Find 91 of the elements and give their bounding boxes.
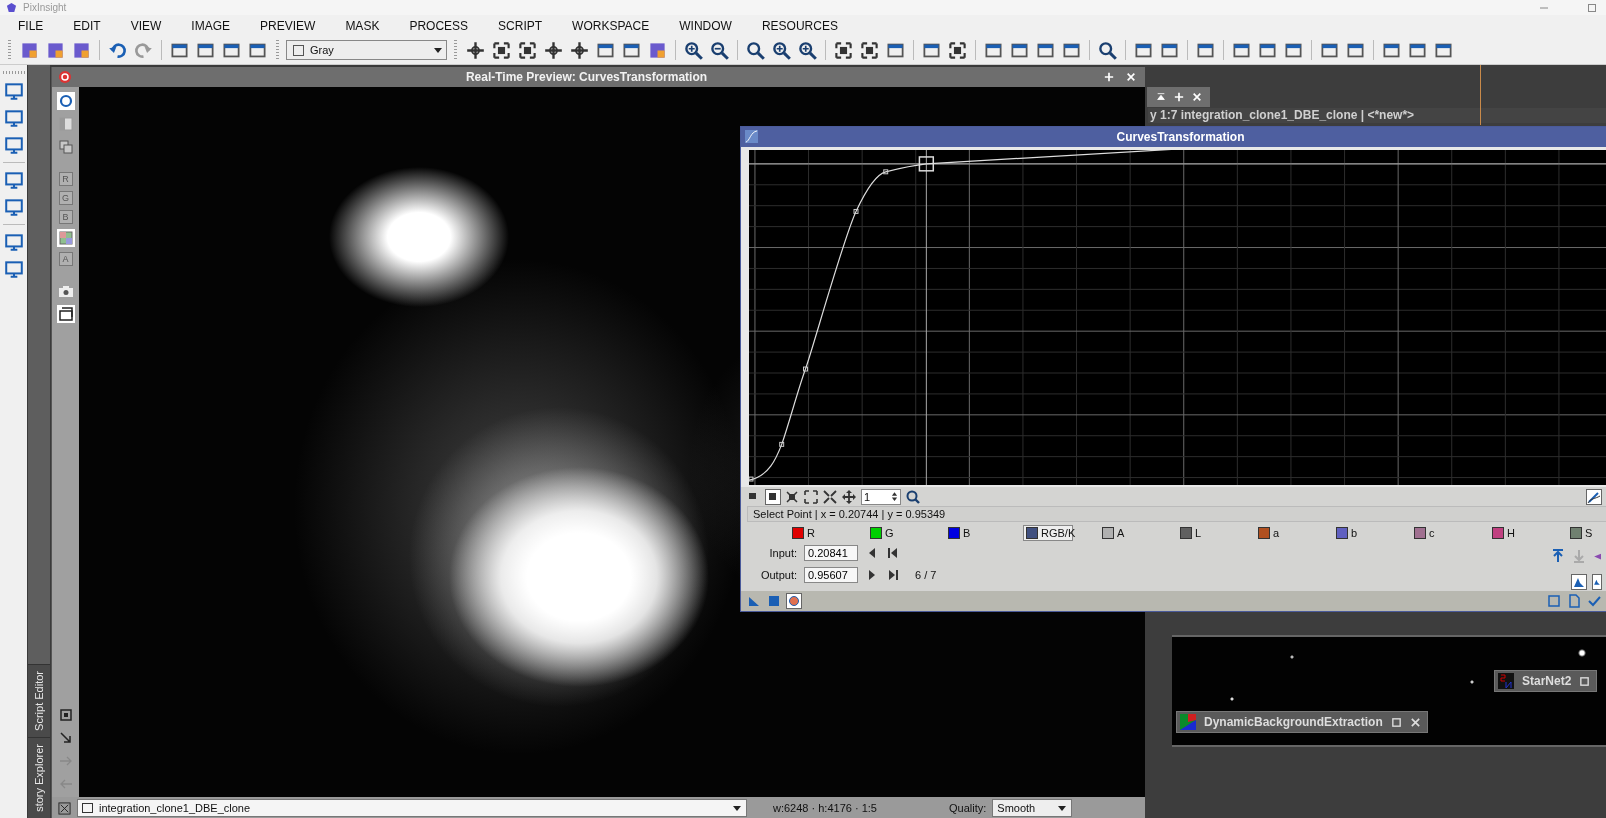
caret-icon — [732, 803, 742, 813]
shrink-icon[interactable] — [823, 489, 837, 504]
move-icon[interactable] — [842, 489, 856, 504]
fit-icon[interactable] — [58, 801, 71, 815]
upload-arrow-icon[interactable] — [1551, 549, 1565, 564]
process-icon[interactable]: DynamicBackgroundExtraction — [1176, 711, 1428, 733]
output-label: Output: — [759, 569, 797, 582]
monitor-icon[interactable] — [3, 170, 24, 190]
menu-item[interactable]: EDIT — [73, 18, 101, 33]
window-title: CurvesTransformation — [1115, 129, 1246, 144]
point-index: 6 / 7 — [915, 569, 937, 582]
input-field[interactable]: 0.20841 — [804, 545, 858, 562]
menu-item[interactable]: RESOURCES — [761, 18, 838, 33]
channel-option[interactable]: b — [1333, 525, 1411, 542]
monitor-icon[interactable] — [3, 259, 24, 279]
document-icon[interactable] — [1567, 594, 1581, 609]
quality-dropdown[interactable]: Smooth — [992, 799, 1073, 817]
select-icon[interactable] — [766, 489, 780, 504]
menu-item[interactable]: IMAGE — [191, 18, 231, 33]
menu-item[interactable]: WINDOW — [679, 18, 732, 33]
triangle-icon[interactable] — [747, 594, 761, 609]
view-selector[interactable]: integration_clone1_DBE_clone — [77, 799, 747, 817]
curve-icon — [745, 130, 758, 144]
app-logo-icon — [6, 2, 17, 13]
monitor-icon[interactable] — [3, 232, 24, 252]
channel-option[interactable]: G — [867, 525, 945, 542]
caret-icon — [433, 45, 443, 55]
histogram-icon[interactable] — [1572, 575, 1586, 590]
menu-item[interactable]: SCRIPT — [498, 18, 543, 33]
channel-option[interactable]: A — [1099, 525, 1177, 542]
quality-label: Quality: — [949, 802, 987, 814]
close-icon[interactable] — [1409, 716, 1421, 728]
square-icon[interactable] — [767, 594, 781, 609]
plus-icon[interactable] — [1173, 92, 1184, 102]
channel-option[interactable]: RGB/K — [1023, 525, 1073, 542]
menu-item[interactable]: MASK — [345, 18, 380, 33]
channel-option[interactable]: S — [1567, 525, 1606, 542]
monitor-icon[interactable] — [3, 108, 24, 128]
monitor-icon[interactable] — [3, 197, 24, 217]
square-icon[interactable] — [1390, 716, 1402, 728]
pen-icon[interactable] — [1587, 489, 1601, 504]
side-tab[interactable]: Script Editor — [28, 664, 50, 738]
histogram-icon[interactable] — [1593, 575, 1601, 590]
view-mode-dropdown[interactable]: Gray — [286, 40, 447, 60]
monitor-icon[interactable] — [3, 81, 24, 101]
frame-icon[interactable] — [804, 489, 818, 504]
process-logo-icon — [1498, 673, 1514, 689]
channel-option[interactable]: a — [1255, 525, 1333, 542]
shade-icon[interactable] — [1155, 92, 1166, 102]
menu-item[interactable]: PROCESS — [409, 18, 469, 33]
menu-item[interactable]: FILE — [18, 18, 44, 33]
menu-item[interactable]: PREVIEW — [260, 18, 316, 33]
channel-option[interactable]: L — [1177, 525, 1255, 542]
caret-icon — [1057, 803, 1068, 813]
first-icon[interactable] — [886, 546, 900, 561]
check-icon[interactable] — [1587, 594, 1601, 609]
input-label: Input: — [768, 547, 797, 560]
windows-icon[interactable] — [56, 305, 75, 323]
channel-option[interactable]: R — [789, 525, 867, 542]
channel-toggle[interactable]: A — [58, 252, 73, 266]
process-icon[interactable]: StarNet2 — [1494, 670, 1598, 692]
color-swatch-icon[interactable] — [56, 229, 75, 247]
menu-item[interactable]: WORKSPACE — [572, 18, 650, 33]
channel-option[interactable]: c — [1411, 525, 1489, 542]
delete-point-icon[interactable] — [785, 489, 799, 504]
circle-icon[interactable] — [787, 594, 801, 609]
output-field[interactable]: 0.95607 — [804, 567, 858, 584]
process-logo-icon — [1180, 714, 1196, 730]
channel-toggle[interactable]: R — [58, 172, 73, 186]
circle-icon[interactable] — [56, 92, 75, 110]
channel-option[interactable]: H — [1489, 525, 1567, 542]
maximize-icon[interactable] — [1586, 1, 1598, 14]
channel-option[interactable]: B — [945, 525, 1023, 542]
window-title: Real-Time Preview: CurvesTransformation — [464, 70, 709, 84]
channel-toggle[interactable]: G — [58, 191, 73, 205]
image-dimensions: w:6248 · h:4176 · 1:5 — [773, 802, 878, 814]
channel-toggle[interactable]: B — [58, 210, 73, 224]
spin-arrows-icon — [891, 490, 898, 503]
zoom-spinbox[interactable]: 1 — [861, 488, 901, 505]
monitor-icon[interactable] — [3, 135, 24, 155]
plus-icon[interactable] — [1104, 72, 1114, 82]
status-text: Select Point | x = 0.20744 | y = 0.95349 — [747, 506, 1606, 523]
close-icon[interactable] — [58, 70, 72, 84]
app-title: PixInsight — [23, 2, 67, 13]
zoom-icon[interactable] — [906, 489, 920, 504]
last-icon[interactable] — [886, 568, 900, 583]
overlap-icon[interactable] — [56, 138, 75, 156]
square-icon[interactable] — [1579, 675, 1591, 687]
menu-item[interactable]: VIEW — [130, 18, 162, 33]
image-window-title: y 1:7 integration_clone1_DBE_clone | <*new*> — [1148, 108, 1606, 123]
side-tab[interactable]: story Explorer — [28, 737, 50, 818]
